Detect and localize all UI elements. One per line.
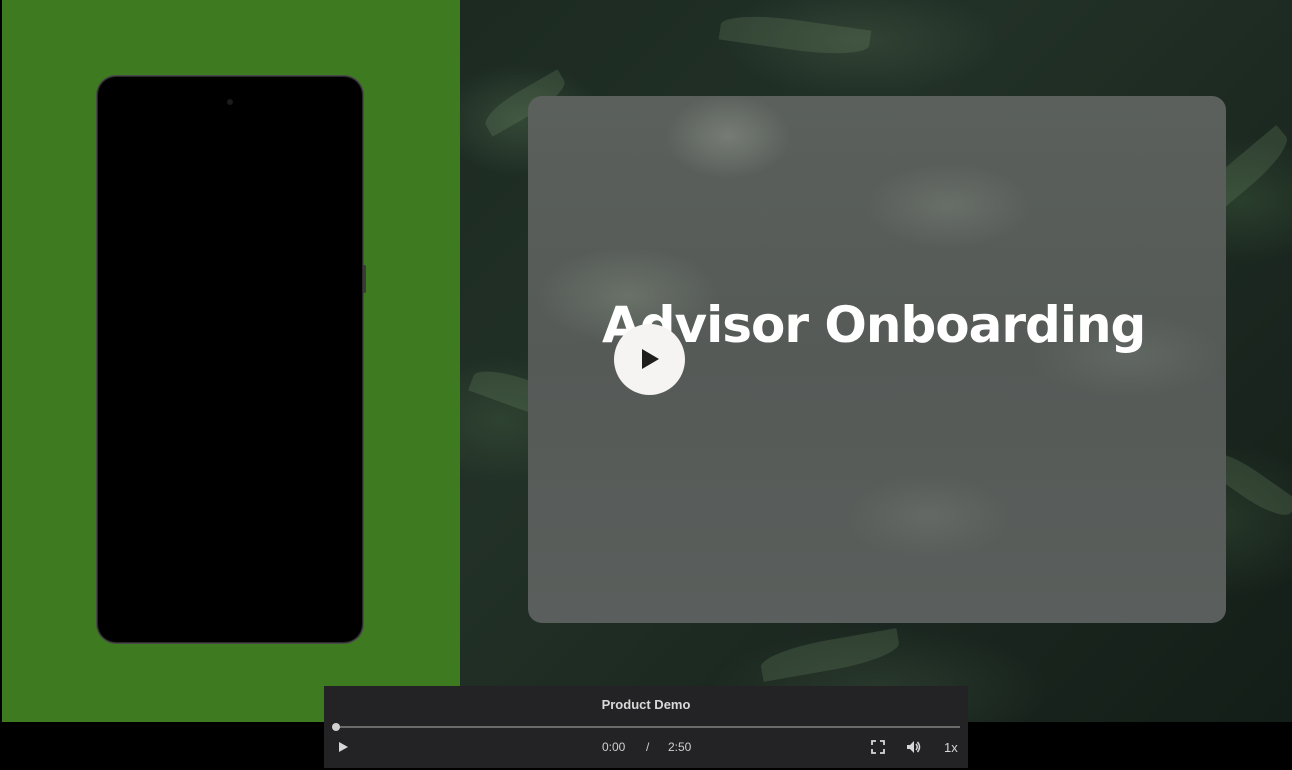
green-screen-panel bbox=[2, 0, 460, 722]
phone-side-button bbox=[363, 265, 366, 293]
video-title: Product Demo bbox=[601, 697, 691, 712]
volume-icon bbox=[907, 741, 921, 753]
volume-button[interactable] bbox=[906, 739, 922, 755]
play-icon bbox=[642, 349, 659, 369]
seek-thumb[interactable] bbox=[332, 723, 340, 731]
playback-speed-button[interactable]: 1x bbox=[944, 740, 958, 755]
big-play-button[interactable] bbox=[614, 324, 685, 395]
leaf-shape bbox=[718, 9, 872, 61]
fullscreen-button[interactable] bbox=[871, 740, 885, 754]
current-time: 0:00 bbox=[602, 740, 626, 754]
video-player: Advisor Onboarding Product Demo 0:00 / 2… bbox=[0, 0, 1292, 770]
time-separator: / bbox=[646, 740, 650, 754]
phone-camera bbox=[227, 99, 233, 105]
fullscreen-icon bbox=[871, 740, 885, 754]
leaf-shape bbox=[758, 628, 902, 682]
player-controls: Product Demo 0:00 / 2:50 1x bbox=[324, 686, 968, 768]
seek-bar[interactable] bbox=[332, 723, 960, 731]
duration: 2:50 bbox=[668, 740, 692, 754]
play-button[interactable] bbox=[336, 740, 350, 754]
phone-mockup bbox=[98, 77, 366, 642]
video-frame[interactable]: Advisor Onboarding bbox=[2, 0, 1292, 722]
play-icon bbox=[339, 742, 348, 752]
